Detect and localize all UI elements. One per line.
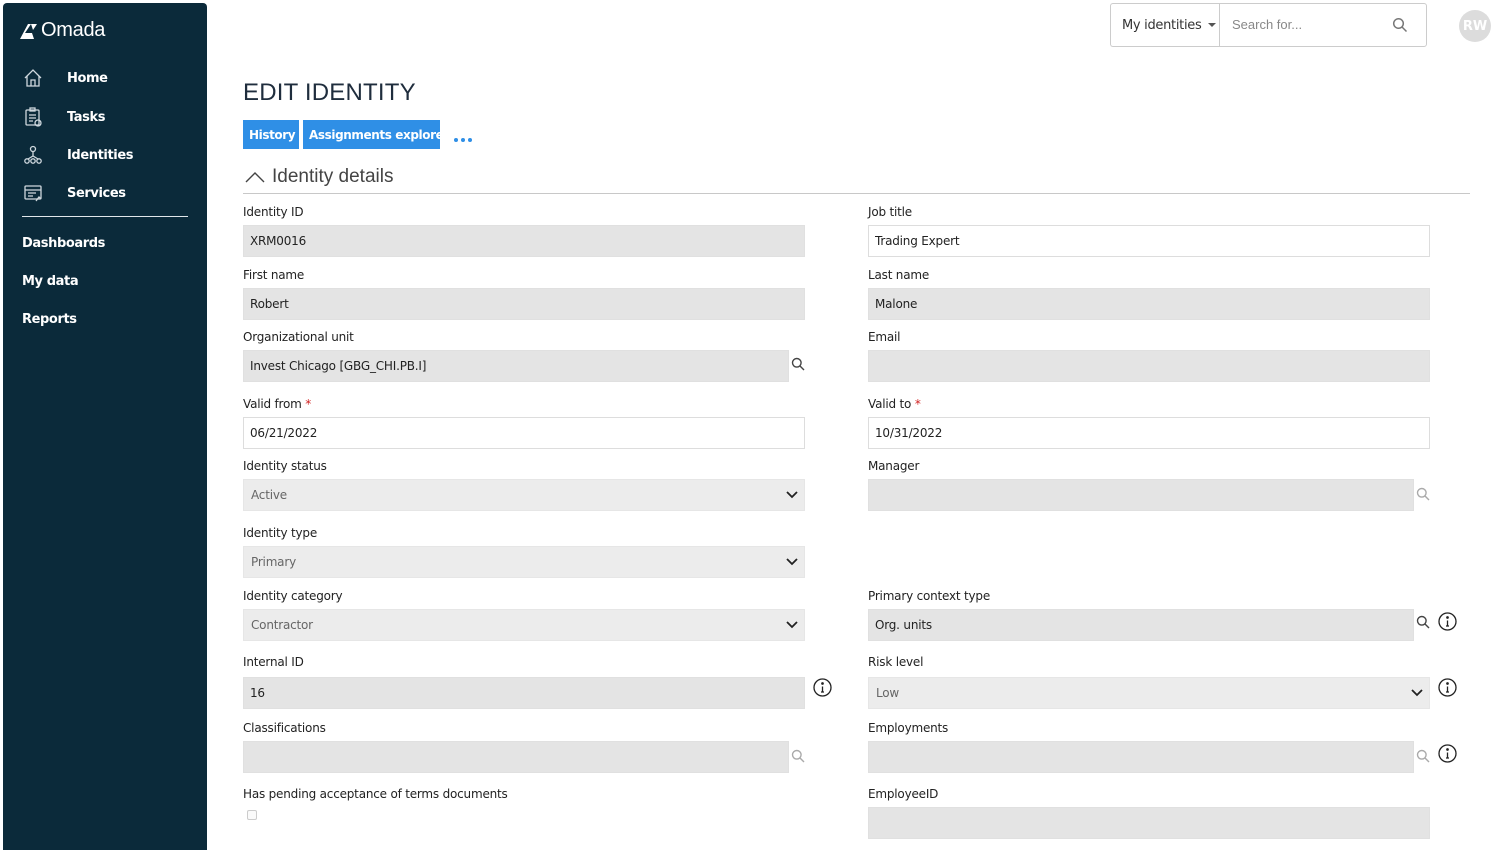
page-title: EDIT IDENTITY [243, 79, 416, 106]
search-icon[interactable] [791, 357, 805, 371]
search-icon[interactable] [1416, 487, 1430, 501]
history-button[interactable]: History [243, 120, 299, 149]
employee-id-label: EmployeeID [868, 787, 939, 801]
internal-id-label: Internal ID [243, 655, 304, 669]
info-icon[interactable] [1438, 612, 1457, 631]
email-label: Email [868, 330, 901, 344]
pending-terms-label: Has pending acceptance of terms document… [243, 787, 508, 801]
job-title-label: Job title [868, 205, 912, 219]
sidebar-item-label: Services [67, 185, 126, 201]
manager-field[interactable] [868, 479, 1414, 511]
valid-from-label-text: Valid from [243, 397, 302, 411]
sidebar-item-label: Home [67, 70, 108, 86]
info-icon[interactable] [813, 678, 832, 697]
sidebar-item-home[interactable]: Home [21, 64, 108, 92]
chevron-down-icon [786, 558, 798, 566]
sidebar-item-label: Tasks [67, 109, 106, 125]
chevron-down-icon [786, 491, 798, 499]
search-icon[interactable] [1392, 17, 1408, 33]
identity-id-field[interactable] [243, 225, 805, 257]
valid-from-label: Valid from * [243, 397, 311, 411]
section-title: Identity details [272, 166, 394, 187]
sidebar-item-label: Identities [67, 147, 134, 163]
risk-level-select[interactable]: Low [868, 677, 1430, 709]
manager-label: Manager [868, 459, 920, 473]
classifications-label: Classifications [243, 721, 326, 735]
scope-select-value: My identities [1122, 17, 1202, 33]
identity-type-select[interactable]: Primary [243, 546, 805, 578]
chevron-down-icon [1411, 689, 1423, 697]
required-marker: * [914, 397, 921, 411]
employee-id-field[interactable] [868, 807, 1430, 839]
identities-icon [21, 143, 45, 167]
email-field[interactable] [868, 350, 1430, 382]
valid-to-field[interactable] [868, 417, 1430, 449]
org-unit-field[interactable] [243, 350, 789, 382]
sidebar: Omada Home Tasks Identities Services Das… [3, 3, 207, 850]
identity-status-label: Identity status [243, 459, 327, 473]
avatar[interactable]: RW [1459, 10, 1491, 42]
last-name-field[interactable] [868, 288, 1430, 320]
risk-level-value: Low [876, 686, 900, 700]
first-name-field[interactable] [243, 288, 805, 320]
sidebar-item-tasks[interactable]: Tasks [21, 103, 105, 131]
org-unit-label: Organizational unit [243, 330, 354, 344]
identity-type-value: Primary [251, 555, 296, 569]
classifications-field[interactable] [243, 741, 789, 773]
search-icon[interactable] [1416, 749, 1430, 763]
search-icon[interactable] [791, 749, 805, 763]
omada-logo[interactable]: Omada [19, 19, 105, 42]
services-icon [21, 181, 45, 205]
sidebar-item-my-data[interactable]: My data [22, 274, 79, 289]
logo-text: Omada [41, 19, 106, 41]
info-icon[interactable] [1438, 678, 1457, 697]
sidebar-item-identities[interactable]: Identities [21, 141, 134, 169]
tasks-icon [21, 105, 45, 129]
section-identity-details[interactable]: Identity details [243, 164, 1470, 194]
search-icon[interactable] [1416, 615, 1430, 629]
search-input[interactable] [1230, 16, 1380, 33]
info-icon[interactable] [1438, 744, 1457, 763]
identity-category-label: Identity category [243, 589, 343, 603]
identity-id-label: Identity ID [243, 205, 304, 219]
last-name-label: Last name [868, 268, 930, 282]
identity-status-value: Active [251, 488, 287, 502]
primary-context-type-label: Primary context type [868, 589, 991, 603]
job-title-field[interactable] [868, 225, 1430, 257]
chevron-up-icon [245, 172, 265, 183]
risk-level-label: Risk level [868, 655, 924, 669]
first-name-label: First name [243, 268, 305, 282]
employments-field[interactable] [868, 741, 1414, 773]
caret-down-icon [1208, 23, 1217, 27]
scope-select[interactable]: My identities [1110, 3, 1219, 47]
identity-status-select[interactable]: Active [243, 479, 805, 511]
required-marker: * [305, 397, 312, 411]
sidebar-item-services[interactable]: Services [21, 179, 126, 207]
assignments-explorer-button[interactable]: Assignments explorer [303, 120, 449, 149]
sidebar-item-reports[interactable]: Reports [22, 312, 77, 327]
employments-label: Employments [868, 721, 949, 735]
valid-from-field[interactable] [243, 417, 805, 449]
pending-terms-checkbox[interactable] [247, 810, 257, 820]
global-search [1219, 3, 1427, 47]
sidebar-divider [22, 216, 188, 217]
sidebar-item-dashboards[interactable]: Dashboards [22, 236, 105, 251]
valid-to-label: Valid to * [868, 397, 921, 411]
internal-id-field[interactable] [243, 677, 805, 709]
identity-category-select[interactable]: Contractor [243, 609, 805, 641]
chevron-down-icon [786, 621, 798, 629]
valid-to-label-text: Valid to [868, 397, 912, 411]
identity-type-label: Identity type [243, 526, 318, 540]
more-actions-icon[interactable] [454, 138, 472, 142]
primary-context-type-field[interactable] [868, 609, 1414, 641]
home-icon [21, 66, 45, 90]
omada-logo-icon [20, 23, 37, 39]
identity-category-value: Contractor [251, 618, 313, 632]
